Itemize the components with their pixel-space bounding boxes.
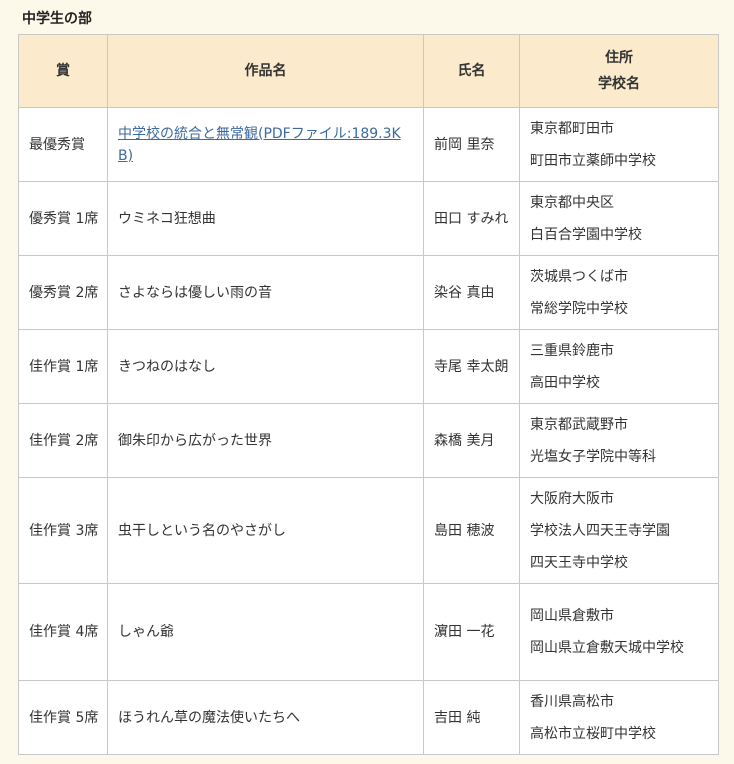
award-cell: 佳作賞 3席 — [18, 477, 108, 584]
award-cell: 佳作賞 4席 — [18, 583, 108, 681]
title-cell: きつねのはなし — [107, 329, 424, 404]
work-title: 御朱印から広がった世界 — [118, 432, 272, 449]
place-cell: 茨城県つくば市 常総学院中学校 — [519, 255, 719, 330]
name-cell: 染谷 真由 — [423, 255, 520, 330]
table-row: 最優秀賞 中学校の統合と無常観(PDFファイル:189.3KB) 前岡 里奈 東京都町… — [18, 107, 719, 182]
name-cell: 森橋 美月 — [423, 403, 520, 478]
header-title: 作品名 — [107, 34, 424, 108]
title-cell: 虫干しという名のやさがし — [107, 477, 424, 584]
table-row: 優秀賞 1席 ウミネコ狂想曲 田口 すみれ 東京都中央区白百合学園中学校 — [18, 181, 719, 256]
work-pdf-link[interactable]: 中学校の統合と無常観(PDFファイル:189.3KB) — [118, 126, 401, 164]
school-text: 岡山県立倉敷天城中学校 — [530, 640, 684, 656]
work-title: きつねのはなし — [118, 358, 216, 375]
address-text: 大阪府大阪市 — [530, 490, 614, 507]
address-text: 三重県鈴鹿市 — [530, 342, 614, 359]
award-cell: 優秀賞 1席 — [18, 181, 108, 256]
school-text: 学校法人四天王寺学園 — [530, 522, 670, 539]
awards-table: 賞 作品名 氏名 住所 学校名 最優秀賞 中学校の統合と無常観(PDFファイル:1… — [18, 34, 719, 755]
award-cell: 優秀賞 2席 — [18, 255, 108, 330]
award-cell: 佳作賞 2席 — [18, 403, 108, 478]
work-title: しゃん爺 — [118, 624, 174, 640]
table-row: 佳作賞 4席 しゃん爺 濵田 一花 岡山県倉敷市岡山県立倉敷天城中学校 — [18, 583, 719, 681]
address-text: 香川県高松市 — [530, 693, 614, 710]
title-cell: 中学校の統合と無常観(PDFファイル:189.3KB) — [107, 107, 424, 182]
name-cell: 濵田 一花 — [423, 583, 520, 681]
school-text: 常総学院中学校 — [530, 300, 628, 317]
place-cell: 岡山県倉敷市岡山県立倉敷天城中学校 — [519, 583, 719, 681]
award-cell: 佳作賞 5席 — [18, 680, 108, 755]
title-cell: 御朱印から広がった世界 — [107, 403, 424, 478]
header-name: 氏名 — [423, 34, 520, 108]
title-cell: ほうれん草の魔法使いたちへ — [107, 680, 424, 755]
table-row: 佳作賞 3席 虫干しという名のやさがし 島田 穂波 大阪府大阪市学校法人四天王寺学園四… — [18, 477, 719, 584]
table-row: 佳作賞 5席 ほうれん草の魔法使いたちへ 吉田 純香川県高松市高松市立桜町中学校 — [18, 680, 719, 755]
place-cell: 三重県鈴鹿市 高田中学校 — [519, 329, 719, 404]
place-cell: 香川県高松市高松市立桜町中学校 — [519, 680, 719, 755]
award-cell: 佳作賞 1席 — [18, 329, 108, 404]
table-row: 優秀賞 2席 さよならは優しい雨の音 染谷 真由 茨城県つくば市 常総学院中学校 — [18, 255, 719, 330]
title-cell: さよならは優しい雨の音 — [107, 255, 424, 330]
school-text: 光塩女子学院中等科 — [530, 448, 656, 465]
table-header-row: 賞 作品名 氏名 住所 学校名 — [18, 34, 719, 108]
place-cell: 大阪府大阪市学校法人四天王寺学園 四天王寺中学校 — [519, 477, 719, 584]
award-cell: 最優秀賞 — [18, 107, 108, 182]
title-cell: しゃん爺 — [107, 583, 424, 681]
name-cell: 寺尾 幸太朗 — [423, 329, 520, 404]
address-text: 東京都武蔵野市 — [530, 416, 628, 433]
place-cell: 東京都武蔵野市光塩女子学院中等科 — [519, 403, 719, 478]
header-address: 住所 — [605, 50, 633, 66]
address-text: 岡山県倉敷市 — [530, 608, 614, 624]
school-text: 高松市立桜町中学校 — [530, 725, 656, 742]
address-text: 東京都町田市 — [530, 120, 614, 137]
school-text: 四天王寺中学校 — [530, 554, 628, 571]
address-text: 東京都中央区 — [530, 194, 614, 211]
header-award: 賞 — [18, 34, 108, 108]
work-title: さよならは優しい雨の音 — [118, 284, 272, 301]
section-title: 中学生の部 — [22, 11, 92, 27]
name-cell: 田口 すみれ — [423, 181, 520, 256]
school-text: 高田中学校 — [530, 374, 600, 391]
school-text: 白百合学園中学校 — [530, 226, 642, 243]
place-cell: 東京都町田市町田市立薬師中学校 — [519, 107, 719, 182]
address-text: 茨城県つくば市 — [530, 268, 628, 285]
name-cell: 吉田 純 — [423, 680, 520, 755]
title-cell: ウミネコ狂想曲 — [107, 181, 424, 256]
work-title: ほうれん草の魔法使いたちへ — [118, 709, 300, 726]
work-title: 虫干しという名のやさがし — [118, 522, 286, 539]
header-school: 学校名 — [598, 76, 640, 92]
name-cell: 前岡 里奈 — [423, 107, 520, 182]
table-row: 佳作賞 1席 きつねのはなし 寺尾 幸太朗 三重県鈴鹿市 高田中学校 — [18, 329, 719, 404]
school-text: 町田市立薬師中学校 — [530, 152, 656, 169]
work-title: ウミネコ狂想曲 — [118, 210, 216, 227]
name-cell: 島田 穂波 — [423, 477, 520, 584]
place-cell: 東京都中央区白百合学園中学校 — [519, 181, 719, 256]
header-place: 住所 学校名 — [519, 34, 719, 108]
table-row: 佳作賞 2席 御朱印から広がった世界 森橋 美月 東京都武蔵野市光塩女子学院中等科 — [18, 403, 719, 478]
